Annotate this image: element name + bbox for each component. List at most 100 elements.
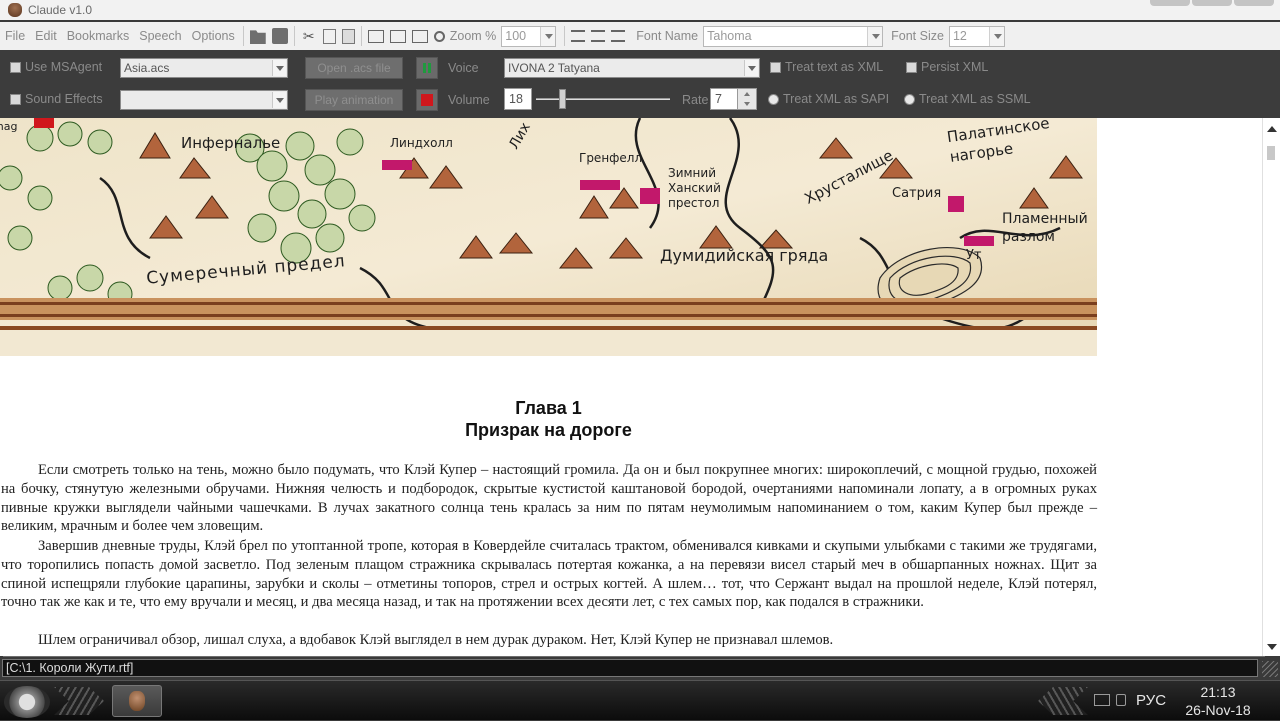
paragraph: Шлем ограничивал обзор, лишал слуха, а в… xyxy=(38,632,834,648)
separator xyxy=(360,26,362,46)
scroll-up-icon[interactable] xyxy=(1267,126,1277,132)
volume-icon[interactable] xyxy=(1116,694,1126,706)
voice-select[interactable]: IVONA 2 Tatyana xyxy=(504,58,760,78)
clock[interactable]: 21:13 26-Nov-18 xyxy=(1172,683,1264,719)
paragraph: Завершив дневные труды, Клэй брел по уто… xyxy=(1,538,1097,611)
map-image xyxy=(0,118,1097,356)
separator xyxy=(242,26,244,46)
scroll-down-icon[interactable] xyxy=(1267,644,1277,650)
clock-time: 21:13 xyxy=(1200,684,1236,700)
resize-grip-icon[interactable] xyxy=(1262,661,1278,677)
cut-icon[interactable]: ✂ xyxy=(301,28,317,44)
use-msagent-checkbox[interactable]: Use MSAgent xyxy=(10,60,102,74)
zoom-icon[interactable] xyxy=(433,30,445,42)
map-label-plamenny: Пламенный разлом xyxy=(1002,211,1088,245)
rate-spinner[interactable] xyxy=(737,88,757,110)
rate-label: Rate xyxy=(682,93,709,107)
align-left-icon[interactable] xyxy=(571,30,586,42)
slider-thumb[interactable] xyxy=(559,89,566,109)
chevron-down-icon[interactable] xyxy=(867,26,883,46)
align-center-icon[interactable] xyxy=(591,30,606,42)
chevron-down-icon[interactable] xyxy=(272,60,286,76)
agent-file-select[interactable]: Asia.acs xyxy=(120,58,288,78)
map-label-grenfell: Гренфелл xyxy=(579,151,643,165)
separator xyxy=(564,26,566,46)
view-fit-icon[interactable] xyxy=(411,29,428,43)
menu-file[interactable]: File xyxy=(0,29,30,43)
language-indicator[interactable]: РУС xyxy=(1136,692,1166,709)
minimize-button[interactable] xyxy=(1150,0,1190,6)
taskbar: РУС 21:13 26-Nov-18 xyxy=(0,680,1280,720)
rate-value[interactable]: 7 xyxy=(710,88,738,110)
view-icon[interactable] xyxy=(367,29,384,43)
stop-icon[interactable] xyxy=(416,89,438,111)
map-illustration: onag Инферналье Линдхолл Лих Гренфелл Зи… xyxy=(0,118,1097,356)
persist-xml-checkbox[interactable]: Persist XML xyxy=(906,60,988,74)
file-path: [C:\1. Короли Жути.rtf] xyxy=(2,659,1258,677)
treat-xml-sapi-radio[interactable]: Treat XML as SAPI xyxy=(768,92,889,106)
window-controls xyxy=(1150,0,1274,6)
menu-options[interactable]: Options xyxy=(187,29,240,43)
font-name-select[interactable]: Tahoma xyxy=(703,25,884,47)
status-bar: [C:\1. Короли Жути.rtf] xyxy=(0,657,1280,679)
sound-effects-checkbox[interactable]: Sound Effects xyxy=(10,92,103,106)
map-label-throne: Зимний Ханский престол xyxy=(668,166,721,210)
paragraph: Если смотреть только на тень, можно было… xyxy=(1,462,1097,535)
chevron-down-icon[interactable] xyxy=(988,26,1004,46)
menu-toolbar: File Edit Bookmarks Speech Options ✂ Zoo… xyxy=(0,22,1280,678)
menu-edit[interactable]: Edit xyxy=(30,29,62,43)
vertical-scrollbar[interactable] xyxy=(1262,118,1280,656)
map-label-satriya: Сатрия xyxy=(892,186,942,201)
animation-select[interactable] xyxy=(120,90,288,110)
paste-icon[interactable] xyxy=(341,28,355,44)
copy-icon[interactable] xyxy=(322,28,336,44)
close-button[interactable] xyxy=(1234,0,1274,6)
chevron-down-icon[interactable] xyxy=(540,26,556,46)
decor-chevron-icon xyxy=(54,687,104,715)
open-acs-button[interactable]: Open .acs file xyxy=(305,57,403,79)
start-button[interactable] xyxy=(4,686,50,718)
treat-text-xml-checkbox[interactable]: Treat text as XML xyxy=(770,60,883,74)
align-right-icon[interactable] xyxy=(611,30,626,42)
speech-panel: Use MSAgent Asia.acs Open .acs file Voic… xyxy=(0,50,1280,118)
chapter-title: Призрак на дороге xyxy=(465,420,632,440)
zoom-select[interactable]: 100 xyxy=(501,25,557,47)
font-size-select[interactable]: 12 xyxy=(948,25,1005,47)
font-name-label: Font Name xyxy=(636,29,699,43)
decor-chevron-icon xyxy=(1038,687,1088,715)
slider-track xyxy=(536,98,670,100)
chevron-down-icon[interactable] xyxy=(272,92,286,108)
treat-xml-ssml-radio[interactable]: Treat XML as SSML xyxy=(904,92,1031,106)
map-label-nag: onag xyxy=(0,120,18,133)
font-size-label: Font Size xyxy=(891,29,944,43)
view-page-icon[interactable] xyxy=(389,29,406,43)
chevron-down-icon[interactable] xyxy=(744,60,758,76)
pause-icon[interactable] xyxy=(416,57,438,79)
volume-slider[interactable] xyxy=(536,88,670,110)
app-icon xyxy=(8,3,22,17)
document-view[interactable]: onag Инферналье Линдхолл Лих Гренфелл Зи… xyxy=(0,118,1262,656)
save-icon[interactable] xyxy=(271,28,288,44)
menu-speech[interactable]: Speech xyxy=(134,29,186,43)
network-icon[interactable] xyxy=(1094,694,1110,706)
title-bar: Claude v1.0 xyxy=(0,0,1280,20)
map-label-infernale: Инферналье xyxy=(181,134,281,152)
voice-label: Voice xyxy=(448,61,479,75)
chapter-number: Глава 1 xyxy=(515,398,582,418)
window-title: Claude v1.0 xyxy=(28,3,93,17)
map-label-ut: Ут xyxy=(966,248,982,263)
volume-value[interactable]: 18 xyxy=(504,88,532,110)
map-label-lindxoll: Линдхолл xyxy=(390,136,453,150)
volume-label: Volume xyxy=(448,93,490,107)
open-folder-icon[interactable] xyxy=(249,30,266,44)
menu-bookmarks[interactable]: Bookmarks xyxy=(62,29,135,43)
taskbar-app-claude[interactable] xyxy=(112,685,162,717)
scroll-thumb[interactable] xyxy=(1267,146,1275,160)
separator xyxy=(293,26,295,46)
app-icon xyxy=(129,691,145,711)
map-label-dumidiyskaya: Думидийская гряда xyxy=(660,246,829,265)
clock-date: 26-Nov-18 xyxy=(1185,702,1251,718)
maximize-button[interactable] xyxy=(1192,0,1232,6)
zoom-label: Zoom % xyxy=(449,29,497,43)
play-animation-button[interactable]: Play animation xyxy=(305,89,403,111)
